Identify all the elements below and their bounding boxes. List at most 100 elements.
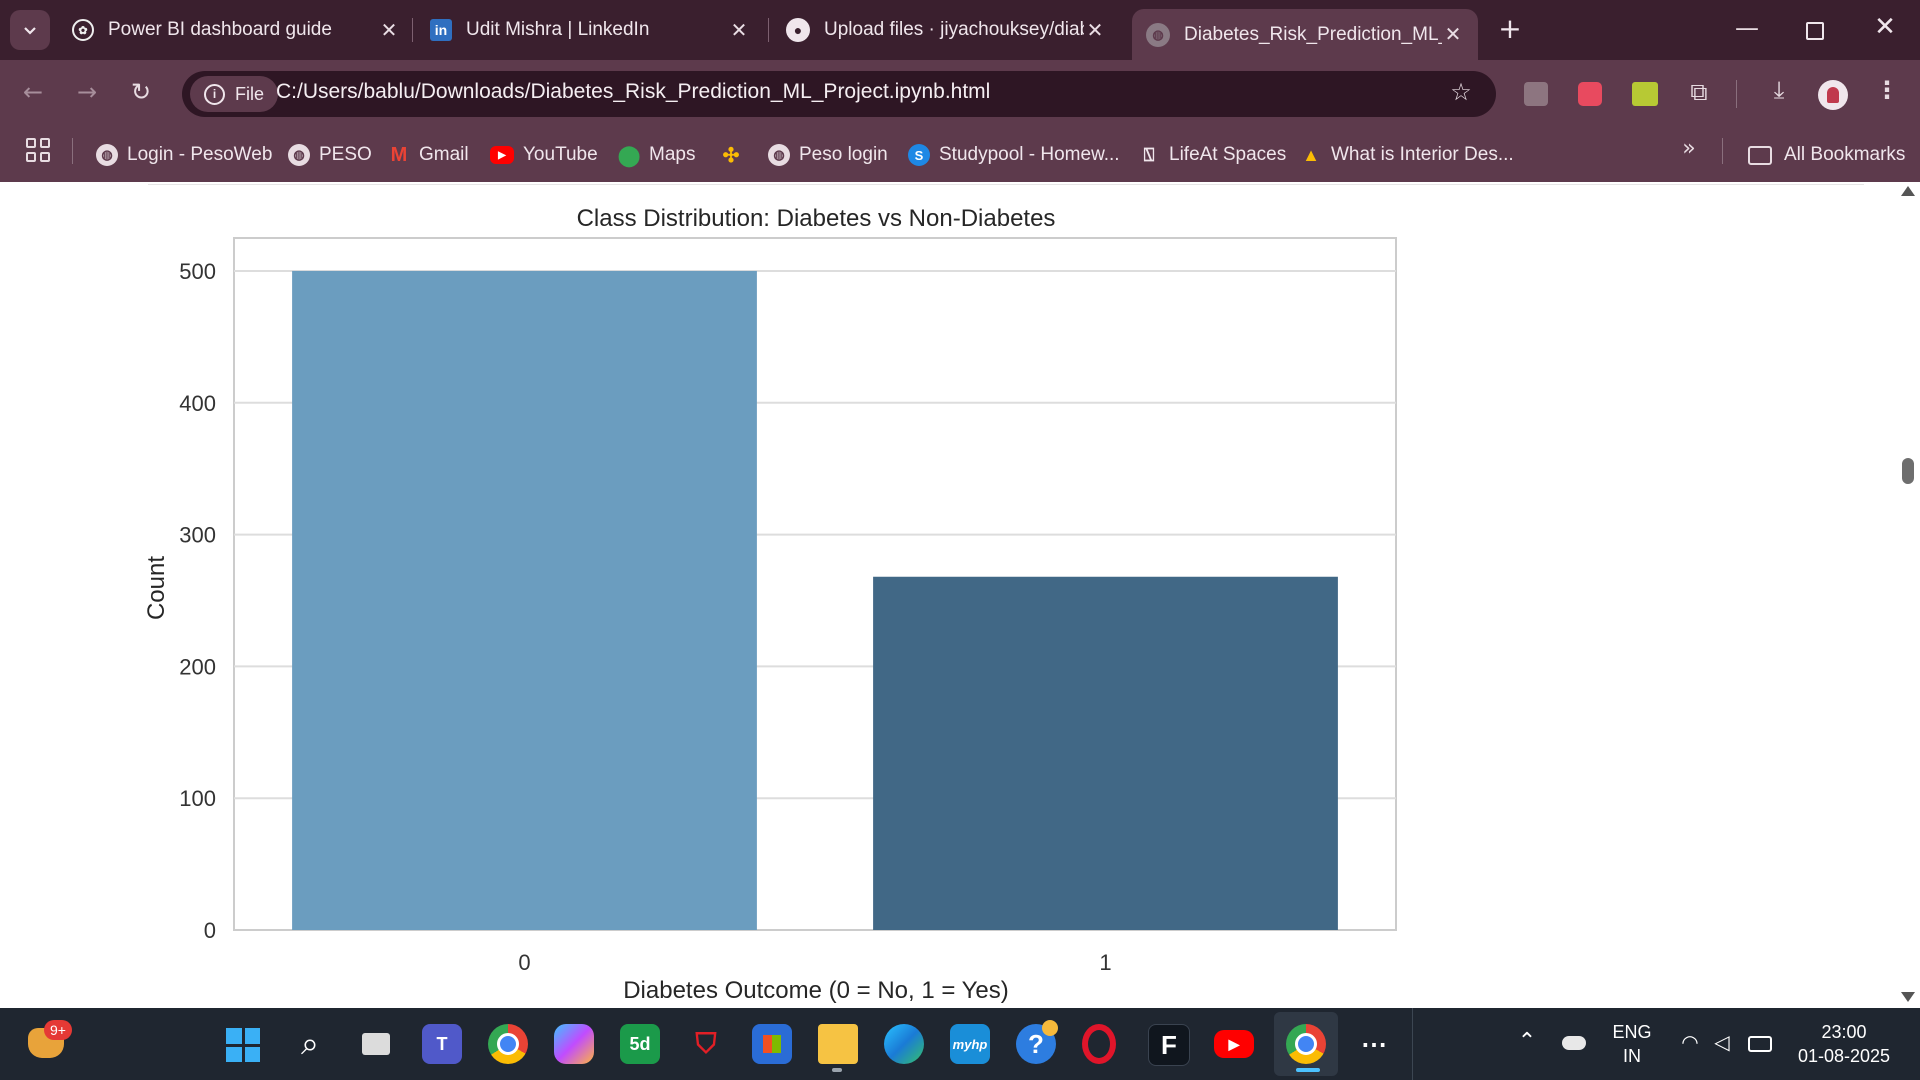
- minimize-icon[interactable]: —: [1730, 14, 1764, 42]
- tab-search-button[interactable]: [10, 10, 50, 50]
- reload-icon[interactable]: ↻: [124, 78, 158, 106]
- search-icon[interactable]: ⌕: [290, 1024, 330, 1064]
- store-icon[interactable]: [752, 1024, 792, 1064]
- wifi-icon[interactable]: ◠: [1676, 1030, 1704, 1055]
- github-icon: ●: [786, 18, 810, 42]
- y-tick-label: 300: [179, 523, 216, 548]
- tray-chevron-icon[interactable]: ⌃: [1512, 1028, 1542, 1054]
- bar-0: [292, 270, 757, 930]
- gmail-icon: M: [390, 143, 408, 166]
- mcafee-icon[interactable]: ⛉: [686, 1024, 726, 1064]
- running-indicator: [832, 1068, 842, 1072]
- chatgpt-icon: ✿: [72, 19, 94, 41]
- extension-icon-2[interactable]: [1578, 82, 1602, 106]
- chrome-icon[interactable]: [488, 1024, 528, 1064]
- edge-icon[interactable]: [884, 1024, 924, 1064]
- bookmark-studypool[interactable]: S Studypool - Homew...: [908, 136, 1120, 174]
- url-text[interactable]: C:/Users/bablu/Downloads/Diabetes_Risk_P…: [276, 80, 990, 104]
- pinwheel-icon: ✣: [722, 144, 740, 167]
- youtube-app-icon[interactable]: ▶: [1214, 1030, 1254, 1058]
- taskbar-divider: [1412, 1008, 1413, 1080]
- chrome-profile-icon[interactable]: [1286, 1024, 1326, 1064]
- globe-icon: ◍: [768, 144, 790, 166]
- bookmark-label: Gmail: [419, 144, 469, 165]
- bookmark-star-icon[interactable]: ☆: [1446, 78, 1476, 106]
- bookmark-lifeat[interactable]: ⍂ LifeAt Spaces: [1138, 136, 1287, 174]
- all-bookmarks-button[interactable]: All Bookmarks: [1748, 136, 1905, 174]
- more-bookmarks-icon[interactable]: »: [1674, 136, 1704, 161]
- bar-1: [873, 576, 1338, 930]
- app-5d-icon[interactable]: 5d: [620, 1024, 660, 1064]
- chart-title: Class Distribution: Diabetes vs Non-Diab…: [577, 205, 1056, 232]
- bookmark-login-pesoweb[interactable]: ◍ Login - PesoWeb: [96, 136, 272, 174]
- close-icon[interactable]: ✕: [378, 18, 400, 43]
- lifeat-icon: ⍂: [1143, 144, 1155, 165]
- scrollbar-thumb[interactable]: [1902, 458, 1914, 484]
- task-view-icon[interactable]: [356, 1024, 396, 1064]
- globe-icon: ◍: [288, 144, 310, 166]
- download-icon[interactable]: ⤓: [1762, 76, 1796, 104]
- file-explorer-icon[interactable]: [818, 1024, 858, 1064]
- close-icon[interactable]: ✕: [728, 18, 750, 43]
- back-icon[interactable]: ←: [16, 78, 50, 106]
- chevron-down-icon: [24, 27, 36, 35]
- notification-badge: 9+: [44, 1020, 72, 1040]
- bookmark-peso[interactable]: ◍ PESO: [288, 136, 372, 174]
- bookmark-photos[interactable]: ✣: [720, 136, 751, 174]
- bookmark-label: LifeAt Spaces: [1169, 144, 1287, 165]
- clock-date[interactable]: 01-08-2025: [1794, 1046, 1894, 1067]
- scheme-label: File: [235, 83, 265, 104]
- close-icon[interactable]: ✕: [1084, 18, 1106, 43]
- tab-linkedin[interactable]: in Udit Mishra | LinkedIn ✕: [430, 9, 750, 51]
- extension-icon-1[interactable]: [1524, 82, 1548, 106]
- bookmark-label: Maps: [649, 144, 696, 165]
- tab-title: Upload files · jiyachouksey/diab: [824, 19, 1084, 40]
- bookmark-label: Login - PesoWeb: [127, 144, 273, 165]
- tab-separator: [412, 18, 413, 42]
- overflow-dots-icon[interactable]: ⋯: [1354, 1024, 1394, 1064]
- globe-icon: ◍: [96, 144, 118, 166]
- close-icon[interactable]: ✕: [1442, 22, 1464, 47]
- toolbar-divider: [1736, 80, 1737, 108]
- language-bottom[interactable]: IN: [1610, 1046, 1654, 1067]
- onedrive-cloud-icon[interactable]: [1562, 1036, 1586, 1050]
- info-icon: i: [204, 83, 225, 105]
- teams-icon[interactable]: T: [422, 1024, 462, 1064]
- bookmark-gmail[interactable]: M Gmail: [388, 136, 469, 174]
- new-tab-icon[interactable]: +: [1494, 12, 1526, 48]
- bookmark-label: Studypool - Homew...: [939, 144, 1120, 165]
- profile-avatar[interactable]: [1818, 80, 1848, 110]
- scroll-down-arrow[interactable]: [1901, 992, 1915, 1002]
- tab-power-bi[interactable]: ✿ Power BI dashboard guide ✕: [72, 9, 400, 51]
- copilot-icon[interactable]: [554, 1024, 594, 1064]
- close-window-icon[interactable]: ✕: [1868, 12, 1902, 42]
- site-info-chip[interactable]: i File: [190, 76, 279, 112]
- tab-github[interactable]: ● Upload files · jiyachouksey/diab ✕: [786, 9, 1106, 51]
- y-tick-label: 500: [179, 259, 216, 284]
- opera-icon[interactable]: [1082, 1024, 1116, 1064]
- maps-icon: ⬤: [617, 144, 641, 167]
- volume-icon[interactable]: ◁: [1708, 1030, 1736, 1055]
- bookmark-label: What is Interior Des...: [1331, 144, 1514, 165]
- extension-icon-3[interactable]: [1632, 82, 1658, 106]
- bookmark-peso-login[interactable]: ◍ Peso login: [768, 136, 888, 174]
- bookmark-label: YouTube: [523, 144, 598, 165]
- bookmark-interior-design[interactable]: ▲ What is Interior Des...: [1300, 136, 1514, 174]
- language-top[interactable]: ENG: [1610, 1022, 1654, 1043]
- bookmark-maps[interactable]: ⬤ Maps: [617, 136, 696, 174]
- battery-icon[interactable]: [1748, 1036, 1772, 1052]
- apps-grid-icon[interactable]: [26, 138, 50, 162]
- tab-diabetes-notebook[interactable]: ◍ Diabetes_Risk_Prediction_ML_Pr ✕: [1132, 9, 1478, 60]
- bookmark-youtube[interactable]: ▶ YouTube: [490, 136, 598, 174]
- forward-icon[interactable]: →: [70, 78, 104, 106]
- start-windows-icon[interactable]: [226, 1028, 260, 1062]
- myhp-icon[interactable]: myhp: [950, 1024, 990, 1064]
- restore-icon[interactable]: [1806, 22, 1824, 40]
- clock-time[interactable]: 23:00: [1794, 1022, 1894, 1043]
- tab-separator: [768, 18, 769, 42]
- extensions-puzzle-icon[interactable]: ⧉: [1682, 78, 1716, 106]
- scroll-up-arrow[interactable]: [1901, 186, 1915, 196]
- menu-dots-icon[interactable]: ⋮: [1870, 76, 1904, 104]
- app-f-icon[interactable]: F: [1148, 1024, 1190, 1066]
- vertical-scrollbar[interactable]: [1896, 182, 1920, 1008]
